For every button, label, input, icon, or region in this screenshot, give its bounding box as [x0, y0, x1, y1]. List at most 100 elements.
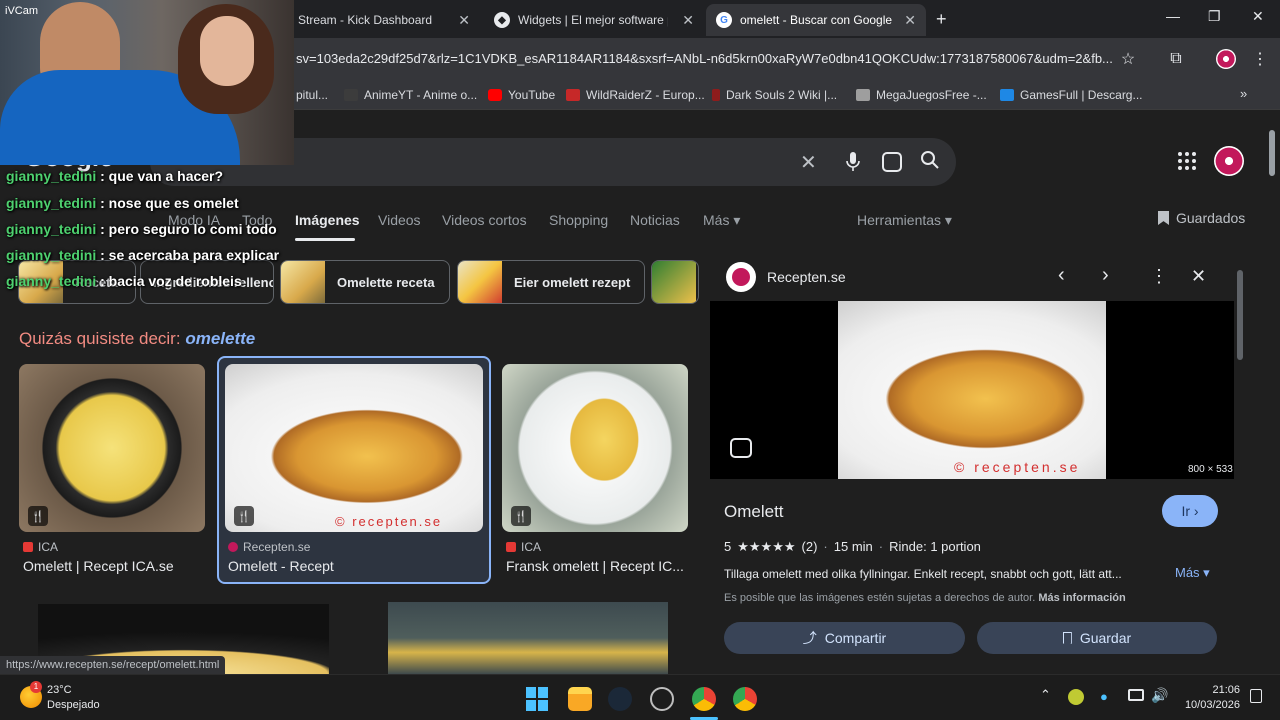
extensions-icon[interactable]: ⧉: [1162, 45, 1190, 73]
tab-videos-cortos[interactable]: Videos cortos: [442, 212, 527, 228]
obs-icon[interactable]: [650, 687, 674, 711]
chrome-icon[interactable]: [692, 687, 716, 711]
result-title[interactable]: Omelett | Recept ICA.se: [23, 558, 174, 574]
result-image[interactable]: 🍴: [502, 364, 688, 532]
tab-google-search[interactable]: G omelett - Buscar con Google ✕: [706, 4, 926, 36]
gamepad-icon: [856, 89, 870, 101]
chat-text: : pero seguro lo comi todo: [100, 221, 277, 237]
result-image[interactable]: [388, 602, 668, 674]
close-tab-icon[interactable]: ✕: [458, 12, 470, 29]
lens-search-icon[interactable]: [730, 438, 752, 458]
panel-description: Tillaga omelett med olika fyllningar. En…: [724, 567, 1122, 581]
chip-eier-omelett[interactable]: Eier omelett rezept: [457, 260, 645, 304]
go-button[interactable]: Ir ›: [1162, 495, 1218, 527]
suggestion-link[interactable]: omelette: [185, 329, 255, 348]
close-tab-icon[interactable]: ✕: [682, 12, 694, 29]
chat-message: gianny_tedini : pero seguro lo comi todo: [6, 221, 277, 237]
result-title[interactable]: Omelett - Recept: [228, 558, 334, 574]
maximize-button[interactable]: ❐: [1208, 8, 1221, 25]
close-tab-icon[interactable]: ✕: [904, 12, 916, 29]
panel-site-name[interactable]: Recepten.se: [767, 269, 846, 285]
profile-avatar[interactable]: [1216, 49, 1236, 69]
menu-kebab-icon[interactable]: ⋮: [1246, 45, 1274, 73]
saved-label: Guardados: [1176, 210, 1246, 226]
clock-time[interactable]: 21:06: [1182, 684, 1240, 696]
gamepad-icon: [1000, 89, 1014, 101]
clear-search-icon[interactable]: ✕: [800, 150, 817, 175]
tab-shopping[interactable]: Shopping: [549, 212, 608, 228]
url-field[interactable]: sv=103eda2c29df25d7&rlz=1C1VDKB_esAR1184…: [296, 46, 1146, 72]
minimize-button[interactable]: —: [1166, 8, 1180, 24]
copyright-text: Es posible que las imágenes estén sujeta…: [724, 592, 1036, 604]
share-button[interactable]: ⤴ Compartir: [724, 622, 965, 654]
microphone-icon[interactable]: [846, 151, 860, 173]
previous-icon[interactable]: ‹: [1058, 264, 1065, 287]
panel-scrollbar[interactable]: [1236, 262, 1244, 654]
result-source: ICA: [23, 540, 58, 554]
save-label: Guardar: [1079, 630, 1132, 646]
network-icon[interactable]: [1128, 689, 1144, 701]
chip-label: Omelette receta: [337, 274, 435, 290]
chat-text: : bacia voz de robleis: [100, 273, 242, 289]
weather-temp[interactable]: 23°C: [47, 684, 72, 696]
tab-videos[interactable]: Videos: [378, 212, 421, 228]
saved-button[interactable]: Guardados: [1158, 210, 1245, 226]
clock-date[interactable]: 10/03/2026: [1182, 699, 1240, 711]
tab-widgets[interactable]: ◆ Widgets | El mejor software pa ✕: [484, 4, 704, 36]
bookmark-label: GamesFull | Descarg...: [1020, 88, 1143, 102]
volume-icon[interactable]: 🔊: [1151, 687, 1168, 704]
tools-button[interactable]: Herramientas ▾: [857, 212, 952, 229]
result-image[interactable]: 🍴 © recepten.se: [225, 364, 483, 532]
steam-icon[interactable]: [608, 687, 632, 711]
file-explorer-icon[interactable]: [568, 687, 592, 711]
next-icon[interactable]: ›: [1102, 264, 1109, 287]
weather-desc[interactable]: Despejado: [47, 699, 100, 711]
tab-more[interactable]: Más ▾: [703, 212, 740, 229]
tab-noticias[interactable]: Noticias: [630, 212, 680, 228]
weather-badge: 1: [30, 681, 42, 693]
preview-image[interactable]: © recepten.se: [838, 301, 1106, 479]
bookmark-label: AnimeYT - Anime o...: [364, 88, 478, 102]
page-scrollbar[interactable]: [1268, 116, 1276, 672]
bookmark-item[interactable]: Dark Souls 2 Wiki |...: [712, 86, 837, 104]
notifications-icon[interactable]: [1250, 689, 1262, 703]
search-icon[interactable]: [920, 150, 940, 175]
new-tab-button[interactable]: +: [936, 9, 947, 30]
restaurant-icon: 🍴: [234, 506, 254, 526]
chip-more[interactable]: [651, 260, 699, 304]
bookmark-star-icon[interactable]: ☆: [1114, 45, 1142, 73]
lens-icon[interactable]: [882, 152, 902, 172]
bookmark-item[interactable]: pitul...: [296, 86, 328, 104]
chrome-icon[interactable]: [733, 687, 757, 711]
bookmark-item[interactable]: YouTube: [488, 86, 555, 104]
apps-grid-icon[interactable]: [1178, 152, 1196, 170]
webcam-label: iVCam: [5, 5, 39, 17]
google-favicon-icon: G: [716, 12, 732, 28]
close-window-button[interactable]: ✕: [1252, 8, 1264, 25]
bookmark-label: WildRaiderZ - Europ...: [586, 88, 705, 102]
bookmark-item[interactable]: WildRaiderZ - Europ...: [566, 86, 705, 104]
close-panel-icon[interactable]: ✕: [1191, 266, 1206, 287]
tab-imagenes[interactable]: Imágenes: [295, 212, 360, 228]
account-avatar[interactable]: [1214, 146, 1244, 176]
windows-start-icon[interactable]: [526, 687, 550, 711]
more-options-icon[interactable]: ⋮: [1150, 266, 1168, 287]
more-description-button[interactable]: Más ▾: [1175, 565, 1210, 581]
result-image[interactable]: 🍴: [19, 364, 205, 532]
result-title[interactable]: Fransk omelett | Recept IC...: [506, 558, 684, 574]
chat-text: : se acercaba para explicar: [100, 247, 280, 263]
bookmark-item[interactable]: MegaJuegosFree -...: [856, 86, 987, 104]
bookmark-label: Dark Souls 2 Wiki |...: [726, 88, 838, 102]
source-label: ICA: [38, 540, 59, 554]
chip-omelette-receta[interactable]: Omelette receta: [280, 260, 450, 304]
tab-kick-dashboard[interactable]: Stream - Kick Dashboard ✕: [288, 4, 480, 36]
ica-favicon-icon: [23, 542, 33, 552]
save-button[interactable]: Guardar: [977, 622, 1217, 654]
more-bookmarks-icon[interactable]: »: [1240, 86, 1247, 101]
tray-app-icon[interactable]: [1068, 689, 1084, 705]
microphone-tray-icon[interactable]: ●: [1100, 689, 1108, 704]
tray-chevron-icon[interactable]: ⌃: [1040, 687, 1051, 703]
bookmark-item[interactable]: AnimeYT - Anime o...: [344, 86, 477, 104]
more-info-link[interactable]: Más información: [1038, 592, 1125, 604]
bookmark-item[interactable]: GamesFull | Descarg...: [1000, 86, 1142, 104]
